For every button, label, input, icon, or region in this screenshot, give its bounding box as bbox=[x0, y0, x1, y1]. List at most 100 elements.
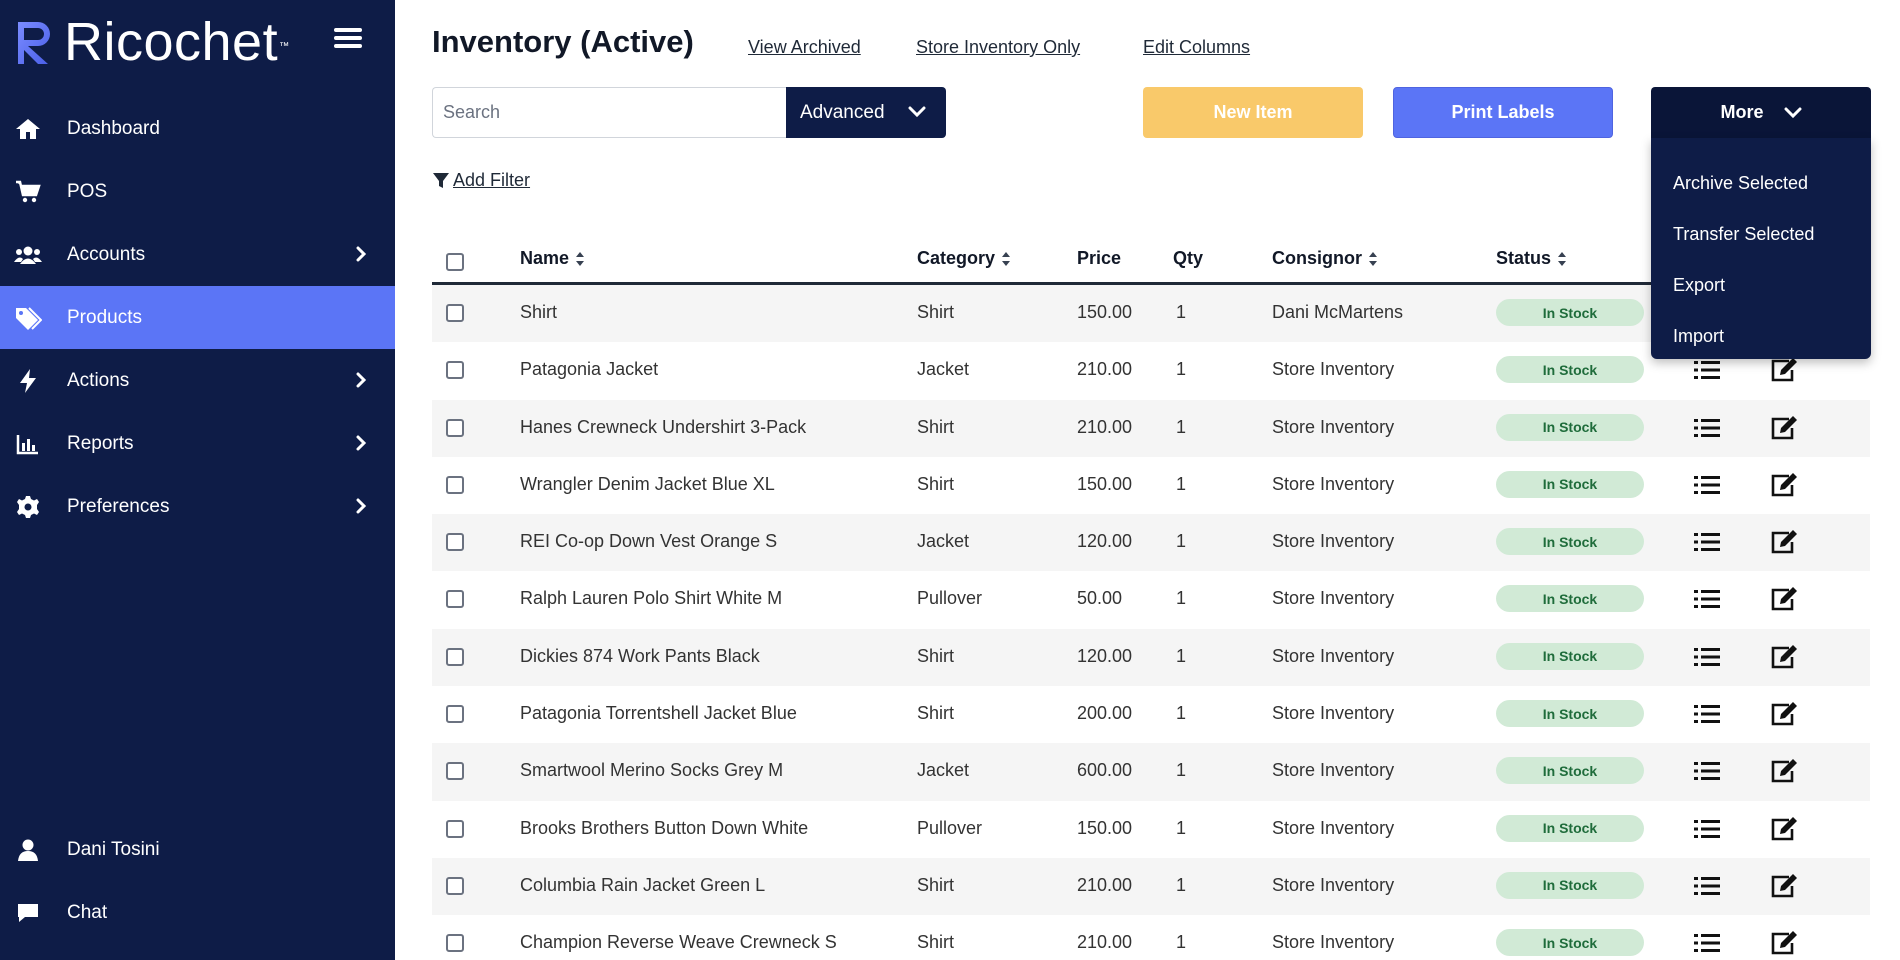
status-badge: In Stock bbox=[1496, 871, 1644, 899]
cell-category: Shirt bbox=[917, 874, 955, 895]
details-list-icon[interactable] bbox=[1692, 928, 1722, 958]
row-checkbox[interactable] bbox=[446, 533, 464, 552]
sidebar-bottom: Dani Tosini Chat bbox=[0, 818, 395, 944]
edit-icon[interactable] bbox=[1769, 584, 1799, 614]
sidebar-item-pos[interactable]: POS bbox=[0, 160, 395, 223]
details-list-icon[interactable] bbox=[1692, 814, 1722, 844]
row-checkbox[interactable] bbox=[446, 590, 464, 609]
edit-icon[interactable] bbox=[1769, 470, 1799, 500]
sidebar-item-accounts[interactable]: Accounts bbox=[0, 223, 395, 286]
cell-name: Smartwool Merino Socks Grey M bbox=[520, 760, 784, 781]
advanced-search-button[interactable]: Advanced bbox=[786, 87, 946, 138]
cell-price: 210.00 bbox=[1077, 932, 1133, 953]
details-list-icon[interactable] bbox=[1692, 470, 1722, 500]
export-item[interactable]: Export bbox=[1651, 260, 1871, 311]
archive-selected-item[interactable]: Archive Selected bbox=[1651, 158, 1871, 209]
status-badge: In Stock bbox=[1496, 413, 1644, 441]
row-checkbox[interactable] bbox=[446, 819, 464, 838]
edit-icon[interactable] bbox=[1769, 871, 1799, 901]
cell-price: 210.00 bbox=[1077, 359, 1133, 380]
cell-price: 150.00 bbox=[1077, 817, 1133, 838]
row-checkbox[interactable] bbox=[446, 475, 464, 494]
cell-name: Patagonia Jacket bbox=[520, 359, 659, 380]
status-badge: In Stock bbox=[1496, 585, 1644, 613]
sidebar-item-reports[interactable]: Reports bbox=[0, 412, 395, 475]
cell-name: Wrangler Denim Jacket Blue XL bbox=[520, 473, 775, 494]
search-input[interactable] bbox=[432, 87, 786, 138]
sidebar-item-dani-tosini[interactable]: Dani Tosini bbox=[0, 818, 395, 881]
store-inventory-only-link[interactable]: Store Inventory Only bbox=[916, 37, 1080, 58]
details-list-icon[interactable] bbox=[1692, 699, 1722, 729]
cell-name: Dickies 874 Work Pants Black bbox=[520, 645, 760, 666]
column-status[interactable]: Status bbox=[1496, 248, 1567, 269]
column-category[interactable]: Category bbox=[917, 248, 1011, 269]
cell-category: Shirt bbox=[917, 473, 955, 494]
add-filter-button[interactable]: Add Filter bbox=[432, 170, 530, 191]
details-list-icon[interactable] bbox=[1692, 871, 1722, 901]
edit-icon[interactable] bbox=[1769, 928, 1799, 958]
edit-icon[interactable] bbox=[1769, 642, 1799, 672]
row-checkbox[interactable] bbox=[446, 647, 464, 666]
add-filter-label: Add Filter bbox=[453, 170, 531, 190]
edit-columns-link[interactable]: Edit Columns bbox=[1143, 37, 1250, 58]
chevron-right-icon bbox=[355, 245, 369, 263]
row-checkbox[interactable] bbox=[446, 418, 464, 437]
more-button[interactable]: More bbox=[1651, 87, 1871, 138]
details-list-icon[interactable] bbox=[1692, 756, 1722, 786]
menu-toggle-icon[interactable] bbox=[334, 28, 362, 50]
details-list-icon[interactable] bbox=[1692, 527, 1722, 557]
print-labels-button[interactable]: Print Labels bbox=[1393, 87, 1613, 138]
home-icon bbox=[13, 114, 43, 144]
cell-qty: 1 bbox=[1176, 359, 1187, 380]
table-row: Brooks Brothers Button Down White Pullove… bbox=[432, 801, 1870, 858]
brand-tm: ™ bbox=[279, 40, 290, 52]
cell-price: 210.00 bbox=[1077, 416, 1133, 437]
status-badge: In Stock bbox=[1496, 470, 1644, 498]
advanced-label: Advanced bbox=[800, 101, 885, 123]
details-list-icon[interactable] bbox=[1692, 584, 1722, 614]
row-checkbox[interactable] bbox=[446, 705, 464, 724]
row-checkbox[interactable] bbox=[446, 361, 464, 380]
edit-icon[interactable] bbox=[1769, 814, 1799, 844]
sidebar-item-label: Preferences bbox=[67, 495, 170, 517]
sidebar-item-label: Reports bbox=[67, 432, 134, 454]
edit-icon[interactable] bbox=[1769, 527, 1799, 557]
edit-icon[interactable] bbox=[1769, 756, 1799, 786]
chart-icon bbox=[13, 429, 43, 459]
ricochet-logo-icon bbox=[18, 22, 50, 64]
row-checkbox[interactable] bbox=[446, 762, 464, 781]
transfer-selected-item[interactable]: Transfer Selected bbox=[1651, 209, 1871, 260]
new-item-button[interactable]: New Item bbox=[1143, 87, 1363, 138]
cell-category: Shirt bbox=[917, 932, 955, 953]
column-name[interactable]: Name bbox=[520, 248, 585, 269]
cell-qty: 1 bbox=[1176, 703, 1187, 724]
details-list-icon[interactable] bbox=[1692, 413, 1722, 443]
view-archived-link[interactable]: View Archived bbox=[748, 37, 861, 58]
details-list-icon[interactable] bbox=[1692, 642, 1722, 672]
sidebar-item-preferences[interactable]: Preferences bbox=[0, 475, 395, 538]
edit-icon[interactable] bbox=[1769, 699, 1799, 729]
column-name-label: Name bbox=[520, 248, 570, 268]
row-checkbox[interactable] bbox=[446, 934, 464, 953]
bolt-icon bbox=[13, 366, 43, 396]
cell-name: Ralph Lauren Polo Shirt White M bbox=[520, 588, 783, 609]
cell-price: 150.00 bbox=[1077, 302, 1133, 322]
row-checkbox[interactable] bbox=[446, 876, 464, 895]
column-status-label: Status bbox=[1496, 248, 1552, 268]
sidebar-item-chat[interactable]: Chat bbox=[0, 881, 395, 944]
sidebar-item-actions[interactable]: Actions bbox=[0, 349, 395, 412]
select-all-checkbox[interactable] bbox=[446, 253, 464, 271]
cell-name: Champion Reverse Weave Crewneck S bbox=[520, 932, 837, 953]
logo[interactable]: Ricochet ™ bbox=[14, 14, 384, 70]
sidebar-item-products[interactable]: Products bbox=[0, 286, 395, 349]
cell-consignor: Store Inventory bbox=[1272, 588, 1395, 609]
row-checkbox[interactable] bbox=[446, 304, 464, 322]
edit-icon[interactable] bbox=[1769, 413, 1799, 443]
filter-icon bbox=[433, 172, 449, 188]
page-title: Inventory (Active) bbox=[432, 24, 694, 59]
column-consignor[interactable]: Consignor bbox=[1272, 248, 1378, 269]
import-item[interactable]: Import bbox=[1651, 311, 1871, 362]
cell-consignor: Store Inventory bbox=[1272, 416, 1395, 437]
cell-qty: 1 bbox=[1176, 817, 1187, 838]
sidebar-item-dashboard[interactable]: Dashboard bbox=[0, 97, 395, 160]
